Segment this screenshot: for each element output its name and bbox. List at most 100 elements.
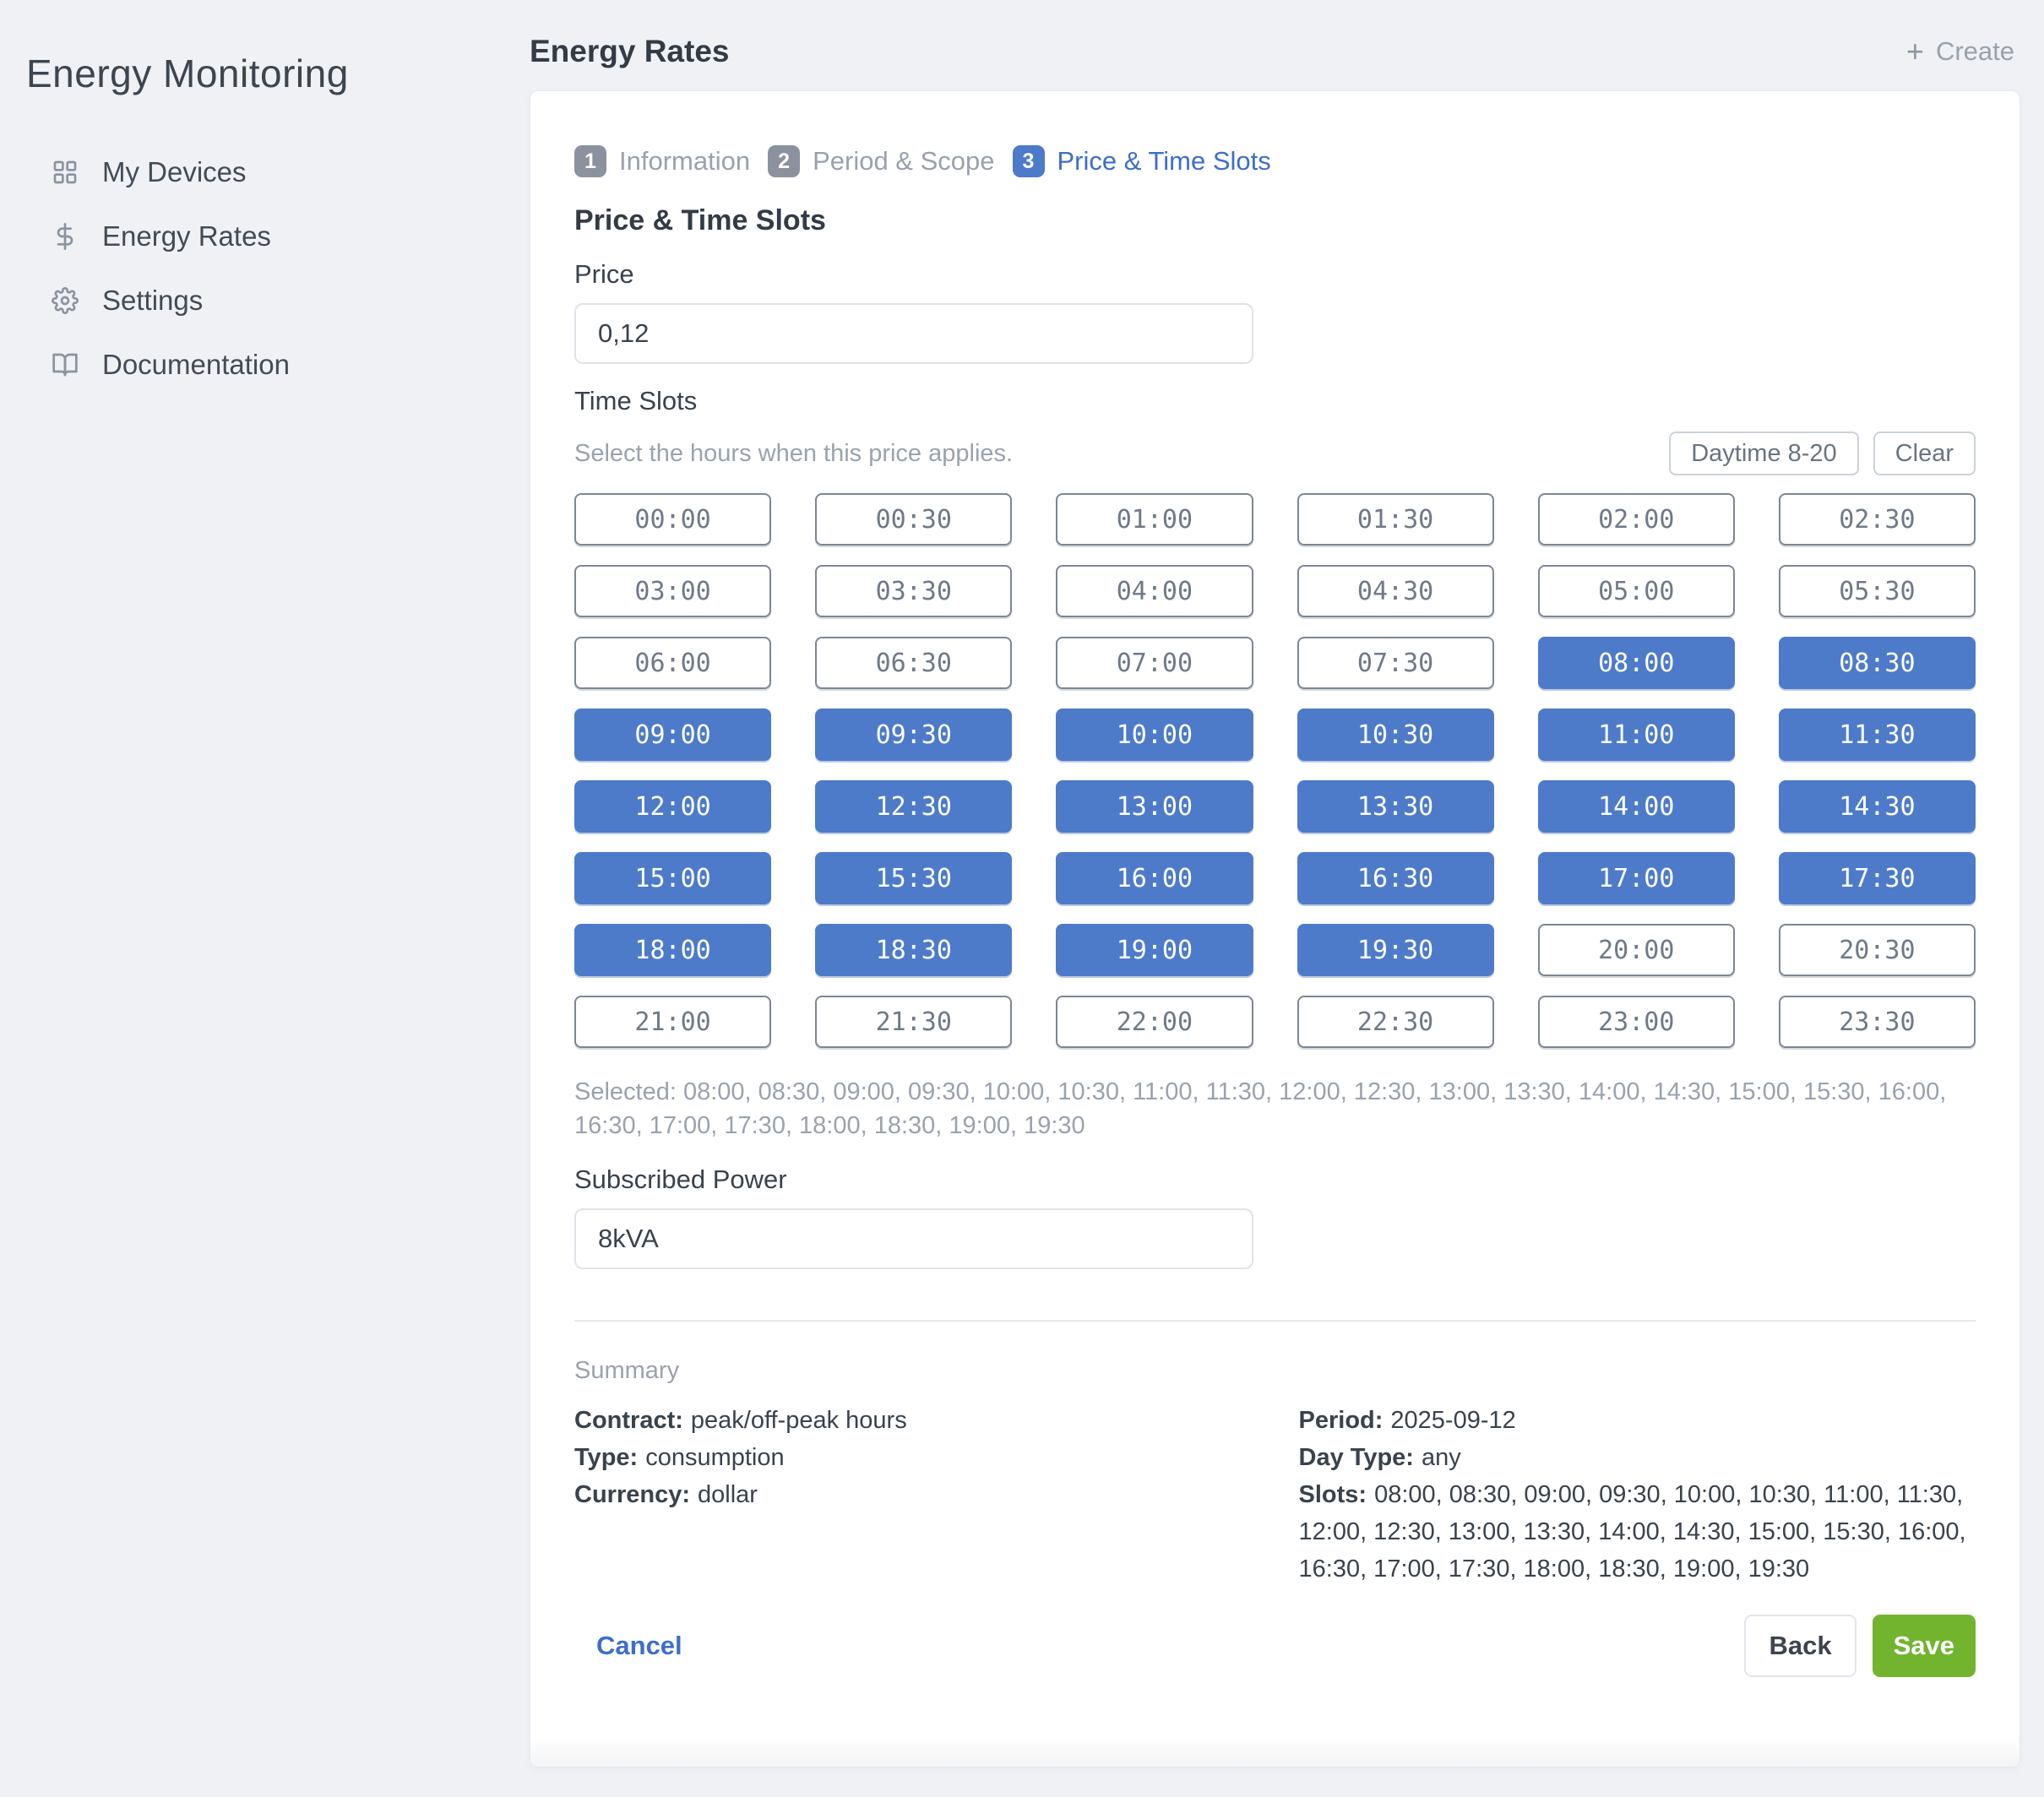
price-input[interactable] xyxy=(574,303,1253,364)
time-slot[interactable]: 06:00 xyxy=(574,637,771,689)
step-number-badge: 2 xyxy=(768,145,800,177)
time-slot[interactable]: 09:00 xyxy=(574,708,771,761)
page-header: Energy Rates + Create xyxy=(530,34,2014,69)
summary-line: Contract:peak/off-peak hours xyxy=(574,1402,1252,1439)
time-slot[interactable]: 02:00 xyxy=(1538,493,1735,546)
time-slot[interactable]: 01:30 xyxy=(1297,493,1494,546)
sidebar-item-label: Energy Rates xyxy=(102,220,271,252)
step-label: Price & Time Slots xyxy=(1057,146,1271,176)
time-slot[interactable]: 01:00 xyxy=(1056,493,1253,546)
summary-title: Summary xyxy=(574,1357,1976,1385)
sidebar-item[interactable]: Energy Rates xyxy=(0,204,530,269)
price-label: Price xyxy=(574,259,1976,290)
summary-line: Day Type: any xyxy=(1299,1439,1976,1476)
summary-value: dollar xyxy=(698,1481,758,1508)
time-slot[interactable]: 08:00 xyxy=(1538,637,1735,689)
time-slot[interactable]: 22:00 xyxy=(1056,996,1253,1048)
time-slot[interactable]: 16:30 xyxy=(1297,852,1494,904)
time-slot[interactable]: 16:00 xyxy=(1056,852,1253,904)
time-slot[interactable]: 00:30 xyxy=(815,493,1012,546)
cancel-button[interactable]: Cancel xyxy=(596,1631,682,1661)
time-slot[interactable]: 13:30 xyxy=(1297,780,1494,833)
page-title: Energy Rates xyxy=(530,34,730,69)
summary-left-column: Contract:peak/off-peak hours Type:consum… xyxy=(574,1402,1252,1588)
time-slot[interactable]: 05:00 xyxy=(1538,565,1735,617)
step-label: Period & Scope xyxy=(813,146,994,176)
sidebar-item[interactable]: My Devices xyxy=(0,140,530,204)
time-slot[interactable]: 18:30 xyxy=(815,924,1012,976)
grid-icon xyxy=(52,159,79,186)
time-slot[interactable]: 06:30 xyxy=(815,637,1012,689)
time-slot[interactable]: 04:30 xyxy=(1297,565,1494,617)
time-slot[interactable]: 15:00 xyxy=(574,852,771,904)
time-slot[interactable]: 19:00 xyxy=(1056,924,1253,976)
time-slot[interactable]: 11:30 xyxy=(1779,708,1976,761)
clear-button[interactable]: Clear xyxy=(1873,432,1976,475)
sidebar-item-label: My Devices xyxy=(102,156,247,188)
divider xyxy=(574,1320,1976,1322)
subscribed-power-input[interactable] xyxy=(574,1208,1253,1269)
section-title: Price & Time Slots xyxy=(574,204,1976,237)
wizard-step[interactable]: 1 Information xyxy=(574,145,750,177)
summary-line: Period:2025-09-12 xyxy=(1299,1402,1976,1439)
sidebar-nav: My Devices Energy Rates Settings Documen… xyxy=(0,140,530,397)
gear-icon xyxy=(52,287,79,314)
summary-label: Period: xyxy=(1299,1407,1384,1434)
time-slot[interactable]: 18:00 xyxy=(574,924,771,976)
sidebar-item[interactable]: Documentation xyxy=(0,333,530,397)
time-slot[interactable]: 23:30 xyxy=(1779,996,1976,1048)
wizard-card: 1 Information 2 Period & Scope 3 Price &… xyxy=(530,90,2020,1767)
summary-label: Day Type: xyxy=(1299,1444,1414,1471)
plus-icon: + xyxy=(1906,36,1924,67)
time-slot[interactable]: 19:30 xyxy=(1297,924,1494,976)
create-button-label: Create xyxy=(1936,36,2014,67)
wizard-step[interactable]: 2 Period & Scope xyxy=(768,145,994,177)
subscribed-power-label: Subscribed Power xyxy=(574,1165,1976,1195)
selected-slots-text: Selected: 08:00, 08:30, 09:00, 09:30, 10… xyxy=(574,1075,1976,1143)
time-slot[interactable]: 21:30 xyxy=(815,996,1012,1048)
wizard-footer: Cancel Back Save xyxy=(574,1615,1976,1677)
time-slot[interactable]: 20:00 xyxy=(1538,924,1735,976)
time-slot[interactable]: 22:30 xyxy=(1297,996,1494,1048)
daytime-preset-button[interactable]: Daytime 8-20 xyxy=(1669,432,1858,475)
time-slot[interactable]: 20:30 xyxy=(1779,924,1976,976)
time-slot[interactable]: 05:30 xyxy=(1779,565,1976,617)
back-button[interactable]: Back xyxy=(1744,1615,1856,1677)
create-button[interactable]: + Create xyxy=(1906,36,2014,67)
time-slot[interactable]: 07:30 xyxy=(1297,637,1494,689)
time-slot[interactable]: 14:00 xyxy=(1538,780,1735,833)
time-slot[interactable]: 23:00 xyxy=(1538,996,1735,1048)
save-button[interactable]: Save xyxy=(1873,1615,1976,1677)
summary-line: Currency:dollar xyxy=(574,1476,1252,1513)
time-slot[interactable]: 04:00 xyxy=(1056,565,1253,617)
wizard-stepper: 1 Information 2 Period & Scope 3 Price &… xyxy=(574,145,1976,177)
summary-line: Type:consumption xyxy=(574,1439,1252,1476)
time-slot[interactable]: 17:30 xyxy=(1779,852,1976,904)
time-slot[interactable]: 12:00 xyxy=(574,780,771,833)
summary-label: Contract: xyxy=(574,1407,683,1434)
time-slot[interactable]: 08:30 xyxy=(1779,637,1976,689)
time-slot[interactable]: 09:30 xyxy=(815,708,1012,761)
summary-label: Slots: xyxy=(1299,1481,1367,1508)
time-slot[interactable]: 14:30 xyxy=(1779,780,1976,833)
time-slot[interactable]: 15:30 xyxy=(815,852,1012,904)
sidebar-item[interactable]: Settings xyxy=(0,269,530,333)
time-slot[interactable]: 02:30 xyxy=(1779,493,1976,546)
time-slot[interactable]: 07:00 xyxy=(1056,637,1253,689)
time-slot[interactable]: 12:30 xyxy=(815,780,1012,833)
summary-value: any xyxy=(1422,1444,1461,1471)
step-label: Information xyxy=(619,146,750,176)
book-icon xyxy=(52,351,79,378)
time-slot[interactable]: 00:00 xyxy=(574,493,771,546)
wizard-step[interactable]: 3 Price & Time Slots xyxy=(1013,145,1271,177)
time-slot[interactable]: 03:30 xyxy=(815,565,1012,617)
time-slot[interactable]: 10:00 xyxy=(1056,708,1253,761)
time-slot[interactable]: 21:00 xyxy=(574,996,771,1048)
time-slot[interactable]: 17:00 xyxy=(1538,852,1735,904)
sidebar-item-label: Settings xyxy=(102,285,203,317)
time-slot[interactable]: 10:30 xyxy=(1297,708,1494,761)
summary-label: Type: xyxy=(574,1444,638,1471)
time-slot[interactable]: 11:00 xyxy=(1538,708,1735,761)
time-slot[interactable]: 03:00 xyxy=(574,565,771,617)
time-slot[interactable]: 13:00 xyxy=(1056,780,1253,833)
